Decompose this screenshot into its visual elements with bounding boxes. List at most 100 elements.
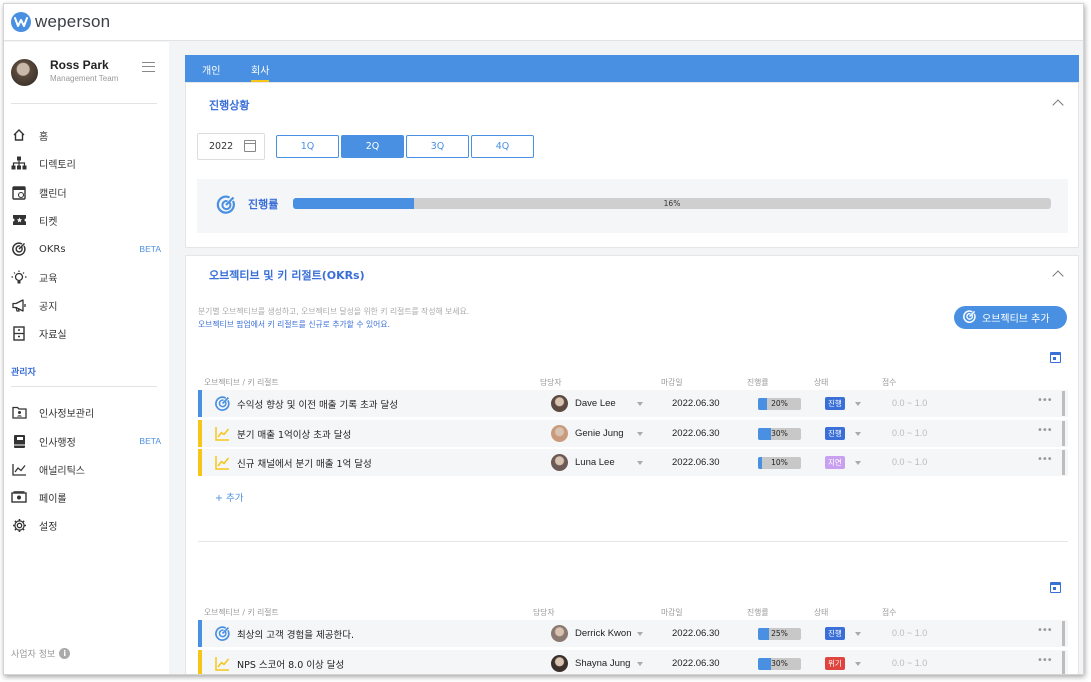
owner-dropdown-icon[interactable] bbox=[637, 461, 643, 465]
sidebar-item-calendar[interactable]: 캘린더 bbox=[11, 182, 161, 202]
sidebar-item-notice[interactable]: 공지 bbox=[11, 295, 161, 315]
column-header: 상태 bbox=[814, 608, 829, 617]
trend-chart-icon bbox=[215, 656, 230, 671]
calendar-icon[interactable] bbox=[1050, 582, 1061, 593]
status-badge: 진행 bbox=[825, 627, 845, 640]
quarter-button-2q[interactable]: 2Q bbox=[341, 135, 404, 158]
okrs-card: 오브젝티브 및 키 리절트(OKRs) 분기별 오브젝티브를 생성하고, 오브젝… bbox=[185, 255, 1079, 674]
tab-company[interactable]: 회사 bbox=[251, 62, 270, 82]
business-info-label: 사업자 정보 bbox=[11, 650, 56, 660]
chevron-up-icon[interactable] bbox=[1052, 99, 1064, 111]
due-date[interactable]: 2022.06.30 bbox=[672, 457, 720, 468]
sidebar-item-label: 애널리틱스 bbox=[39, 465, 85, 477]
sidebar-item-label: 캘린더 bbox=[39, 188, 67, 200]
column-header: 진행률 bbox=[747, 608, 769, 617]
sidebar-item-label: 인사행정 bbox=[39, 437, 76, 449]
hamburger-menu-icon[interactable] bbox=[142, 62, 155, 72]
add-objective-button[interactable]: 오브젝티브 추가 bbox=[954, 306, 1067, 329]
owner-name: Luna Lee bbox=[575, 457, 615, 468]
owner-name: Genie Jung bbox=[575, 428, 624, 439]
top-bar: weperson bbox=[4, 4, 1083, 41]
sidebar-item-settings[interactable]: 설정 bbox=[11, 515, 161, 535]
sidebar-item-payroll[interactable]: 페이롤 bbox=[11, 487, 161, 507]
drag-handle[interactable] bbox=[1062, 651, 1065, 674]
due-date[interactable]: 2022.06.30 bbox=[672, 398, 720, 409]
info-icon: i bbox=[59, 648, 71, 659]
profile: Ross Park Management Team bbox=[11, 56, 159, 90]
lightbulb-icon bbox=[11, 269, 27, 285]
objective-row[interactable]: 수익성 향상 및 이전 매출 기록 초과 달성 Dave Lee 2022.06.3… bbox=[198, 390, 1068, 417]
chevron-up-icon[interactable] bbox=[1052, 270, 1064, 282]
status-dropdown-icon[interactable] bbox=[855, 632, 861, 636]
okr-title[interactable]: 최상의 고객 경험을 제공한다. bbox=[237, 627, 354, 641]
org-chart-icon bbox=[11, 155, 27, 171]
drag-handle[interactable] bbox=[1062, 391, 1065, 416]
sidebar-item-home[interactable]: 홈 bbox=[11, 125, 161, 145]
column-header: 마감일 bbox=[661, 608, 683, 617]
drag-handle[interactable] bbox=[1062, 621, 1065, 646]
calendar-icon[interactable] bbox=[1050, 352, 1061, 363]
add-key-result-button[interactable]: + 추가 bbox=[215, 490, 243, 504]
sidebar-item-ticket[interactable]: 티켓 bbox=[11, 210, 161, 230]
status-badge: 위기 bbox=[825, 657, 845, 670]
sidebar-item-education[interactable]: 교육 bbox=[11, 267, 161, 287]
status-dropdown-icon[interactable] bbox=[855, 432, 861, 436]
key-result-row[interactable]: 신규 채널에서 분기 매출 1억 달성 Luna Lee 2022.06.30 10%… bbox=[198, 449, 1068, 476]
progress-bar: 30% bbox=[758, 428, 801, 440]
sidebar-item-okrs[interactable]: OKRs BETA bbox=[11, 239, 161, 259]
quarter-button-1q[interactable]: 1Q bbox=[276, 135, 339, 158]
sidebar-item-hr-info[interactable]: 인사정보관리 bbox=[11, 402, 161, 422]
okr-title[interactable]: 수익성 향상 및 이전 매출 기록 초과 달성 bbox=[237, 397, 398, 411]
due-date[interactable]: 2022.06.30 bbox=[672, 428, 720, 439]
owner-dropdown-icon[interactable] bbox=[637, 402, 643, 406]
status-dropdown-icon[interactable] bbox=[855, 461, 861, 465]
column-header: 마감일 bbox=[661, 378, 683, 387]
status-dropdown-icon[interactable] bbox=[855, 402, 861, 406]
okr-title[interactable]: 신규 채널에서 분기 매출 1억 달성 bbox=[237, 456, 372, 470]
column-header: 오브젝티브 / 키 리절트 bbox=[204, 378, 279, 387]
tab-personal[interactable]: 개인 bbox=[202, 62, 220, 77]
okr-title[interactable]: NPS 스코어 8.0 이상 달성 bbox=[237, 657, 344, 671]
logo[interactable]: weperson bbox=[11, 10, 110, 34]
okrs-section-title: 오브젝티브 및 키 리절트(OKRs) bbox=[209, 269, 365, 282]
avatar[interactable] bbox=[11, 59, 38, 86]
sidebar-item-analytics[interactable]: 애널리틱스 bbox=[11, 459, 161, 479]
column-header: 점수 bbox=[882, 608, 897, 617]
owner-dropdown-icon[interactable] bbox=[637, 432, 643, 436]
divider bbox=[11, 103, 157, 104]
progress-bar: 16% bbox=[293, 198, 1051, 209]
admin-section-label: 관리자 bbox=[11, 368, 36, 378]
more-options-icon[interactable]: ••• bbox=[1037, 655, 1053, 666]
more-options-icon[interactable]: ••• bbox=[1037, 454, 1053, 465]
more-options-icon[interactable]: ••• bbox=[1037, 425, 1053, 436]
home-icon bbox=[11, 127, 27, 143]
business-info-link[interactable]: 사업자 정보 i bbox=[11, 647, 71, 660]
owner-dropdown-icon[interactable] bbox=[637, 632, 643, 636]
quarter-button-3q[interactable]: 3Q bbox=[406, 135, 469, 158]
drag-handle[interactable] bbox=[1062, 421, 1065, 446]
objective-row[interactable]: 최상의 고객 경험을 제공한다. Derrick Kwon 2022.06.30 25… bbox=[198, 620, 1068, 647]
quarter-button-4q[interactable]: 4Q bbox=[471, 135, 534, 158]
status-dropdown-icon[interactable] bbox=[855, 662, 861, 666]
due-date[interactable]: 2022.06.30 bbox=[672, 628, 720, 639]
sidebar-item-archive[interactable]: 자료실 bbox=[11, 323, 161, 343]
score-value: 0.0 ~ 1.0 bbox=[892, 457, 928, 467]
due-date[interactable]: 2022.06.30 bbox=[672, 658, 720, 669]
drag-handle[interactable] bbox=[1062, 450, 1065, 475]
sidebar-item-hr-admin[interactable]: 인사행정 BETA bbox=[11, 431, 161, 451]
owner-dropdown-icon[interactable] bbox=[637, 662, 643, 666]
avatar bbox=[551, 655, 568, 672]
more-options-icon[interactable]: ••• bbox=[1037, 625, 1053, 636]
sidebar-item-directory[interactable]: 디렉토리 bbox=[11, 153, 161, 173]
archive-icon bbox=[11, 325, 27, 341]
book-icon bbox=[11, 433, 27, 449]
weperson-logo-icon bbox=[11, 12, 31, 32]
okr-title[interactable]: 분기 매출 1억이상 초과 달성 bbox=[237, 427, 351, 441]
okrs-hint: 오브젝티브 팝업에서 키 리절트를 신규로 추가할 수 있어요. bbox=[198, 320, 390, 329]
key-result-row[interactable]: 분기 매출 1억이상 초과 달성 Genie Jung 2022.06.30 30% 진… bbox=[198, 420, 1068, 447]
sidebar-item-label: 설정 bbox=[39, 521, 58, 533]
sidebar-item-label: 디렉토리 bbox=[39, 159, 76, 171]
key-result-row[interactable]: NPS 스코어 8.0 이상 달성 Shayna Jung 2022.06.30 30… bbox=[198, 650, 1068, 674]
more-options-icon[interactable]: ••• bbox=[1037, 395, 1053, 406]
year-picker[interactable]: 2022 bbox=[197, 133, 265, 160]
